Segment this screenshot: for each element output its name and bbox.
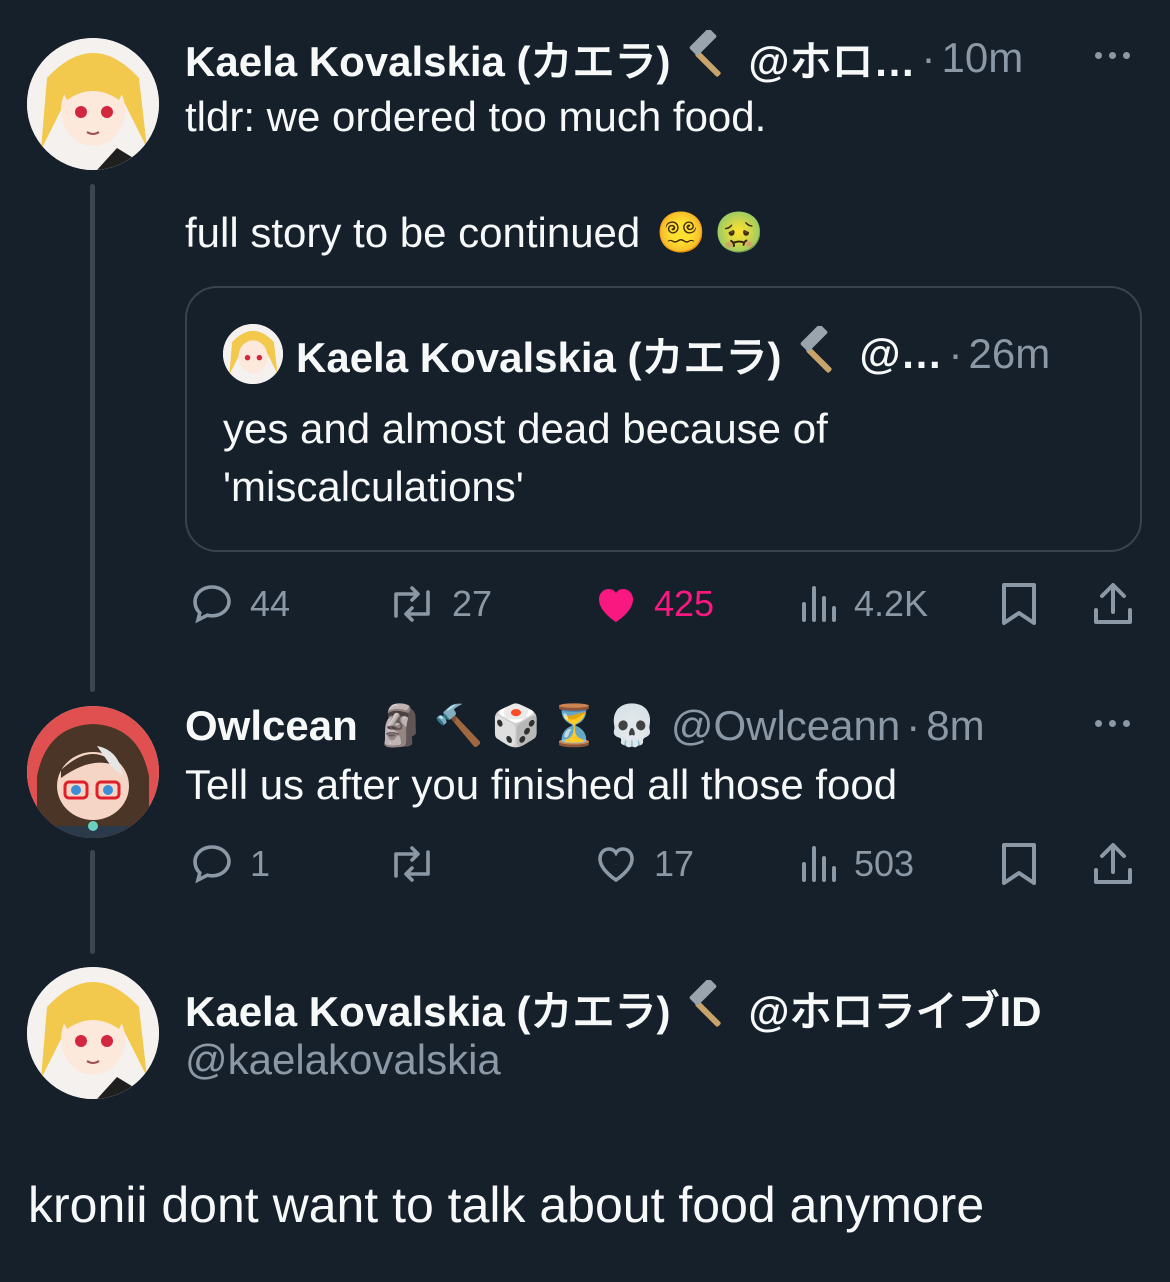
views-count: 4.2K [854, 583, 929, 624]
thread-line-1 [90, 184, 95, 692]
tweet1-time[interactable]: 10m [941, 34, 1023, 82]
like-button[interactable]: 425 [592, 580, 714, 628]
tweet2-time[interactable]: 8m [926, 702, 984, 750]
retweet-button[interactable]: 27 [386, 580, 492, 628]
tweet2-text: Tell us after you finished all those foo… [185, 761, 898, 808]
dizzy-face-emoji: 😵‍💫 [656, 210, 707, 256]
more-icon[interactable] [1095, 52, 1130, 59]
tweet1-handle[interactable]: @ホロ… [749, 28, 916, 89]
bookmark-icon [1002, 583, 1036, 625]
like-button[interactable]: 17 [592, 840, 694, 888]
bookmark-button[interactable] [998, 580, 1040, 628]
retweet-icon [394, 846, 430, 882]
retweet-button[interactable] [386, 840, 452, 888]
kaela-avatar[interactable] [27, 38, 159, 170]
tweet2-dot: · [906, 702, 921, 749]
tweet3-text: kronii dont want to talk about food anym… [28, 1177, 985, 1233]
views-icon [802, 586, 836, 622]
hammer-icon [683, 978, 735, 1037]
like-count: 17 [654, 843, 695, 884]
reply-button[interactable]: 44 [188, 580, 290, 628]
more-icon[interactable] [1095, 720, 1130, 727]
tweet2-author-name[interactable]: Owlcean [185, 702, 358, 750]
retweet-icon [394, 586, 430, 622]
tweet1-dot: · [921, 34, 936, 81]
moai-emoji: 🗿 [375, 703, 426, 749]
quote-avatar-art [223, 324, 283, 384]
hammer-emoji: 🔨 [433, 703, 484, 749]
tweet1-header: Kaela Kovalskia (カエラ) @ホロ… · 10m [185, 28, 1023, 87]
reply-button[interactable]: 1 [188, 840, 270, 888]
quote-header: Kaela Kovalskia (カエラ) @… · 26m [296, 324, 1051, 383]
reply-count: 1 [250, 843, 271, 884]
owlcean-avatar[interactable] [27, 706, 159, 838]
quote-time: 26m [968, 330, 1051, 377]
tweet1-text-line1: tldr: we ordered too much food. [185, 93, 767, 140]
reply-icon [193, 585, 231, 624]
heart-icon [598, 847, 634, 883]
like-count: 425 [654, 583, 715, 624]
quote-text-line2: 'miscalculations' [223, 463, 524, 510]
heart-icon [599, 589, 633, 622]
views-count: 503 [854, 843, 915, 884]
nauseated-face-emoji: 🤢 [714, 210, 764, 256]
kaela-avatar-art [27, 38, 159, 170]
views-button[interactable]: 503 [796, 840, 914, 888]
reply-count: 44 [250, 583, 291, 624]
tweet3-handle[interactable]: @kaelakovalskia [185, 1036, 501, 1084]
retweet-count: 27 [452, 583, 493, 624]
tweet3-header: Kaela Kovalskia (カエラ) @ホロライブID [185, 978, 1041, 1037]
tweet3-affiliation: @ホロライブID [748, 987, 1042, 1035]
quote-handle: @… [859, 330, 943, 377]
skull-emoji: 💀 [607, 703, 657, 749]
tweet2-handle[interactable]: @Owlceann [671, 702, 900, 750]
hammer-icon [683, 28, 735, 87]
share-icon [1094, 843, 1132, 884]
tweet1-text-line2-row: full story to be continued 😵‍💫 🤢 [185, 204, 768, 262]
tweet1-text-line2: full story to be continued [185, 209, 641, 256]
hammer-icon [794, 324, 846, 383]
share-button[interactable] [1090, 580, 1136, 628]
tweet3-author-name[interactable]: Kaela Kovalskia (カエラ) [185, 978, 671, 1039]
quote-text-line1: yes and almost dead because of [223, 405, 828, 452]
hourglass-emoji: ⏳ [549, 703, 599, 749]
thread-line-2 [90, 850, 95, 954]
owlcean-avatar-art [27, 706, 159, 838]
tweet1-author-name[interactable]: Kaela Kovalskia (カエラ) [185, 28, 671, 89]
bookmark-button[interactable] [998, 840, 1040, 888]
share-button[interactable] [1090, 840, 1136, 888]
share-icon [1094, 583, 1132, 624]
views-icon [802, 846, 836, 882]
kaela-avatar-art [27, 967, 159, 1099]
views-button[interactable]: 4.2K [796, 580, 928, 628]
dice-emoji: 🎲 [491, 703, 542, 749]
tweet2-header: Owlcean 🗿 🔨 🎲 ⏳ 💀 @Owlceann · 8m [185, 700, 985, 752]
bookmark-icon [1002, 843, 1036, 885]
quote-dot: · [948, 330, 963, 377]
quote-author-name: Kaela Kovalskia (カエラ) [296, 333, 782, 381]
reply-icon [193, 845, 231, 884]
quote-avatar[interactable] [223, 324, 283, 384]
kaela-avatar[interactable] [27, 967, 159, 1099]
